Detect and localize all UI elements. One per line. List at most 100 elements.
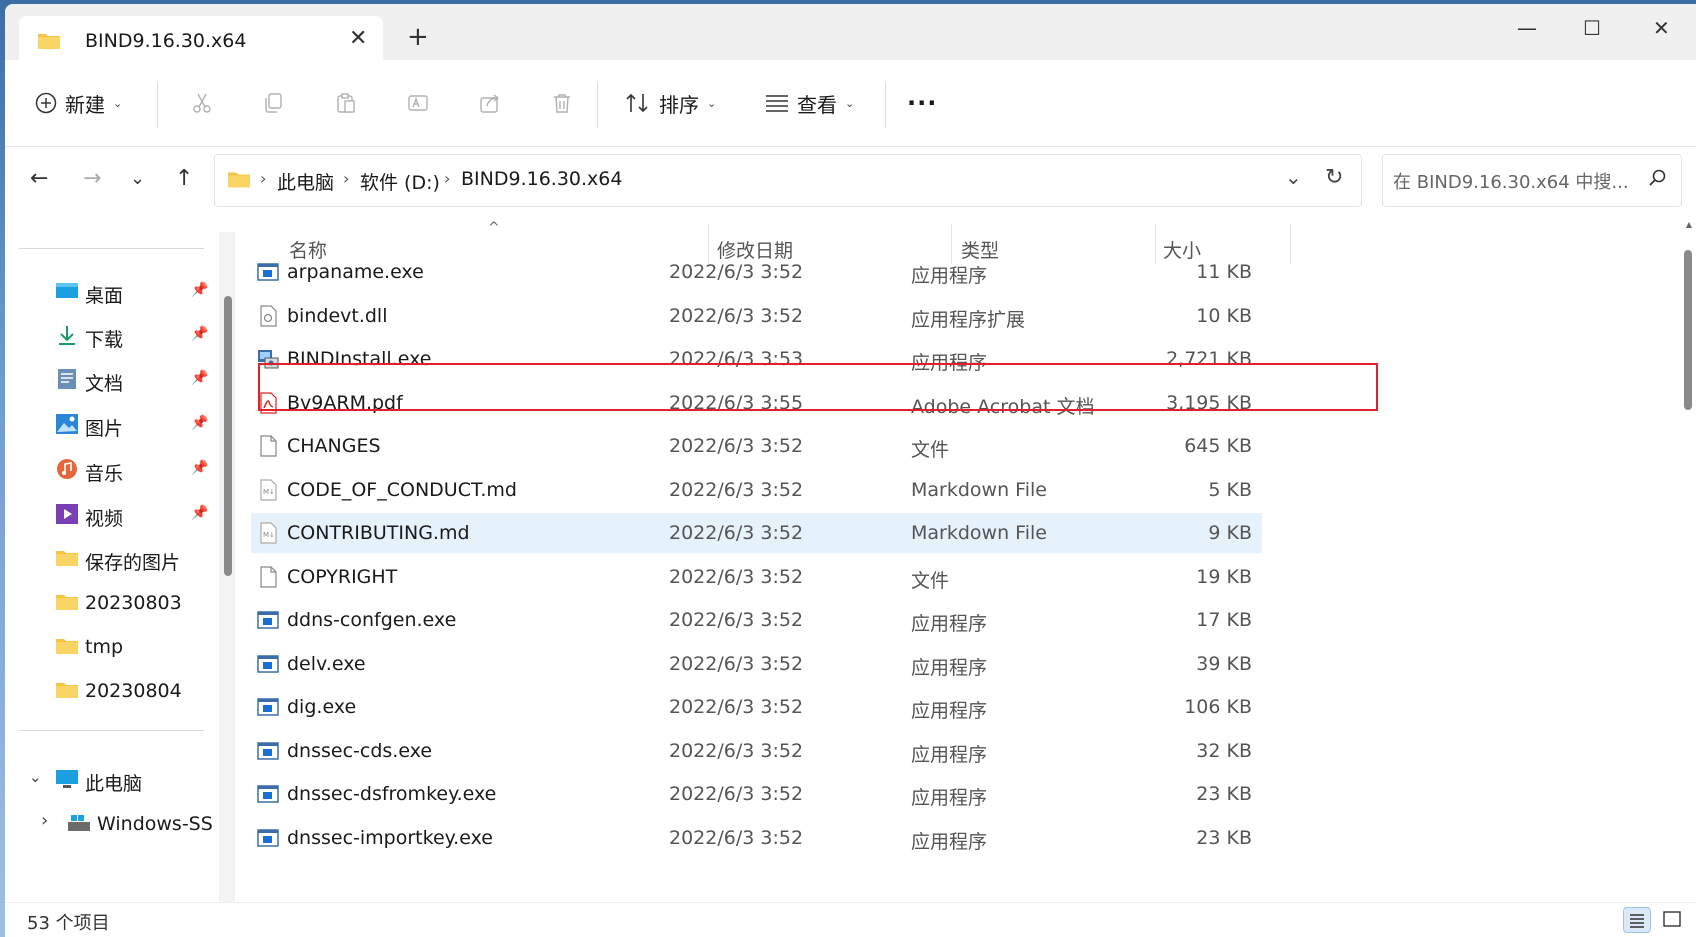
delete-icon[interactable] (551, 92, 573, 114)
file-row[interactable]: M↓ CODE_OF_CONDUCT.md 2022/6/3 3:52 Markdow… (251, 470, 1262, 510)
file-row[interactable]: dnssec-dsfromkey.exe 2022/6/3 3:52 应用程序 23 … (251, 774, 1262, 814)
address-dropdown-icon[interactable]: ⌄ (1285, 165, 1302, 189)
sidebar-item-20230803[interactable]: 20230803 (5, 581, 219, 625)
sidebar-item-this-pc[interactable]: ⌄ 此电脑 (5, 758, 219, 802)
file-row[interactable]: dnssec-cds.exe 2022/6/3 3:52 应用程序 32 KB (251, 731, 1262, 771)
file-type: 应用程序 (911, 265, 988, 287)
file-row[interactable]: dnssec-importkey.exe 2022/6/3 3:52 应用程序 23 … (251, 818, 1262, 858)
file-row[interactable]: arpaname.exe 2022/6/3 3:52 应用程序 11 KB (251, 252, 1262, 292)
exe-icon (257, 654, 279, 673)
search-icon[interactable] (1649, 169, 1667, 187)
sidebar-item-saved-pictures[interactable]: 保存的图片 (5, 537, 219, 581)
copy-icon[interactable] (262, 92, 284, 114)
file-row[interactable]: CHANGES 2022/6/3 3:52 文件 645 KB (251, 426, 1262, 466)
file-name: COPYRIGHT (287, 565, 398, 588)
file-type: 文件 (911, 439, 950, 461)
file-name: dnssec-dsfromkey.exe (287, 783, 497, 805)
view-button-label: 查看 (797, 92, 837, 117)
sidebar-item-tmp[interactable]: tmp (5, 625, 219, 669)
folder-icon (38, 34, 60, 49)
chevron-down-icon: ⌄ (845, 96, 855, 110)
file-size: 23 KB (1196, 826, 1252, 849)
recent-locations-button[interactable]: ⌄ (130, 164, 145, 194)
forward-button[interactable]: → (83, 164, 101, 194)
file-type: Markdown File (911, 478, 1047, 501)
up-button[interactable]: ↑ (175, 164, 193, 194)
chevron-right-icon[interactable]: › (41, 810, 48, 831)
view-button[interactable]: 查看 ⌄ (765, 60, 854, 146)
tab-bind-folder[interactable]: BIND9.16.30.x64 ✕ (19, 16, 383, 64)
file-type: 应用程序 (911, 613, 988, 635)
file-row[interactable]: COPYRIGHT 2022/6/3 3:52 文件 19 KB (251, 557, 1262, 597)
file-size: 11 KB (1196, 261, 1252, 283)
back-button[interactable]: ← (30, 164, 48, 194)
sidebar-scroll-thumb[interactable] (224, 296, 232, 576)
sidebar-item-documents[interactable]: 文档 📌 (5, 358, 219, 402)
pin-icon: 📌 (191, 370, 209, 386)
new-tab-button[interactable]: + (407, 24, 429, 50)
file-explorer-window: BIND9.16.30.x64 ✕ + — ☐ ✕ 新建 ⌄ 排序 ⌄ 查看 ⌄… (5, 4, 1696, 937)
file-type: 应用程序 (911, 830, 988, 853)
maximize-button[interactable]: ☐ (1583, 16, 1601, 40)
new-button[interactable]: 新建 ⌄ (35, 60, 122, 146)
column-divider[interactable] (1290, 224, 1291, 264)
more-options-button[interactable]: ··· (907, 60, 937, 146)
sidebar-item-desktop[interactable]: 桌面 📌 (5, 270, 219, 314)
exe-icon (257, 698, 279, 716)
address-bar[interactable]: › 此电脑 › 软件 (D:) › BIND9.16.30.x64 ⌄ ↻ (214, 154, 1362, 207)
markdown-icon: M↓ (260, 522, 277, 544)
file-icon (260, 435, 277, 457)
share-icon[interactable] (479, 92, 501, 114)
sidebar-item-label: 文档 (85, 373, 124, 395)
documents-icon (58, 369, 76, 389)
svg-text:M↓: M↓ (263, 488, 275, 496)
details-view-icon (1630, 914, 1644, 928)
file-row[interactable]: bindevt.dll 2022/6/3 3:52 应用程序扩展 10 KB (251, 296, 1262, 336)
pin-icon: 📌 (191, 505, 209, 521)
sidebar-item-videos[interactable]: 视频 📌 (5, 493, 219, 537)
sidebar-divider (19, 248, 204, 249)
sidebar-item-pictures[interactable]: 图片 📌 (5, 403, 219, 447)
file-row[interactable]: dig.exe 2022/6/3 3:52 应用程序 106 KB (251, 687, 1262, 727)
exe-icon (257, 611, 279, 629)
details-view-button[interactable] (1623, 907, 1651, 933)
title-bar: BIND9.16.30.x64 ✕ + — ☐ ✕ (5, 4, 1696, 64)
markdown-icon: M↓ (260, 478, 277, 501)
chevron-down-icon[interactable]: ⌄ (29, 768, 42, 786)
videos-icon (56, 504, 78, 524)
sort-icon (626, 93, 648, 113)
sidebar-item-windows-drive[interactable]: › Windows-SS (5, 802, 219, 846)
file-row[interactable]: delv.exe 2022/6/3 3:52 应用程序 39 KB (251, 644, 1262, 684)
breadcrumb-this-pc[interactable]: 此电脑 (277, 168, 334, 195)
sidebar-item-label: 下载 (85, 329, 124, 351)
sidebar-item-music[interactable]: 音乐 📌 (5, 448, 219, 492)
breadcrumb-drive-d[interactable]: 软件 (D:) (360, 168, 440, 195)
breadcrumb-current-folder[interactable]: BIND9.16.30.x64 (461, 168, 622, 190)
scroll-up-arrow-icon[interactable]: ▲ (1686, 220, 1692, 229)
sort-button[interactable]: 排序 ⌄ (625, 60, 716, 146)
search-input[interactable]: 在 BIND9.16.30.x64 中搜... (1393, 168, 1629, 194)
file-icon (260, 565, 277, 588)
paste-icon[interactable] (335, 92, 357, 114)
file-row[interactable]: ddns-confgen.exe 2022/6/3 3:52 应用程序 17 KB (251, 600, 1262, 640)
refresh-icon[interactable]: ↻ (1325, 165, 1343, 190)
file-date: 2022/6/3 3:52 (669, 739, 804, 762)
large-icons-view-button[interactable] (1659, 907, 1687, 933)
rename-icon[interactable] (407, 92, 429, 114)
cut-icon[interactable] (191, 92, 213, 114)
sidebar-item-label: 20230804 (85, 680, 182, 702)
sidebar-divider (19, 730, 204, 731)
file-row[interactable]: M↓ CONTRIBUTING.md 2022/6/3 3:52 Markdown F… (251, 513, 1262, 553)
file-list-scroll-thumb[interactable] (1684, 250, 1692, 410)
sidebar-item-20230804[interactable]: 20230804 (5, 669, 219, 713)
tab-close-button[interactable]: ✕ (349, 26, 367, 52)
sidebar-item-downloads[interactable]: 下载 📌 (5, 314, 219, 358)
folder-icon (56, 639, 78, 654)
close-window-button[interactable]: ✕ (1653, 16, 1670, 40)
minimize-button[interactable]: — (1517, 16, 1537, 40)
sidebar-scrollbar[interactable] (219, 232, 235, 932)
search-box[interactable]: 在 BIND9.16.30.x64 中搜... (1382, 154, 1682, 207)
music-icon (57, 459, 77, 479)
folder-icon (56, 551, 78, 566)
tab-title: BIND9.16.30.x64 (85, 30, 247, 52)
